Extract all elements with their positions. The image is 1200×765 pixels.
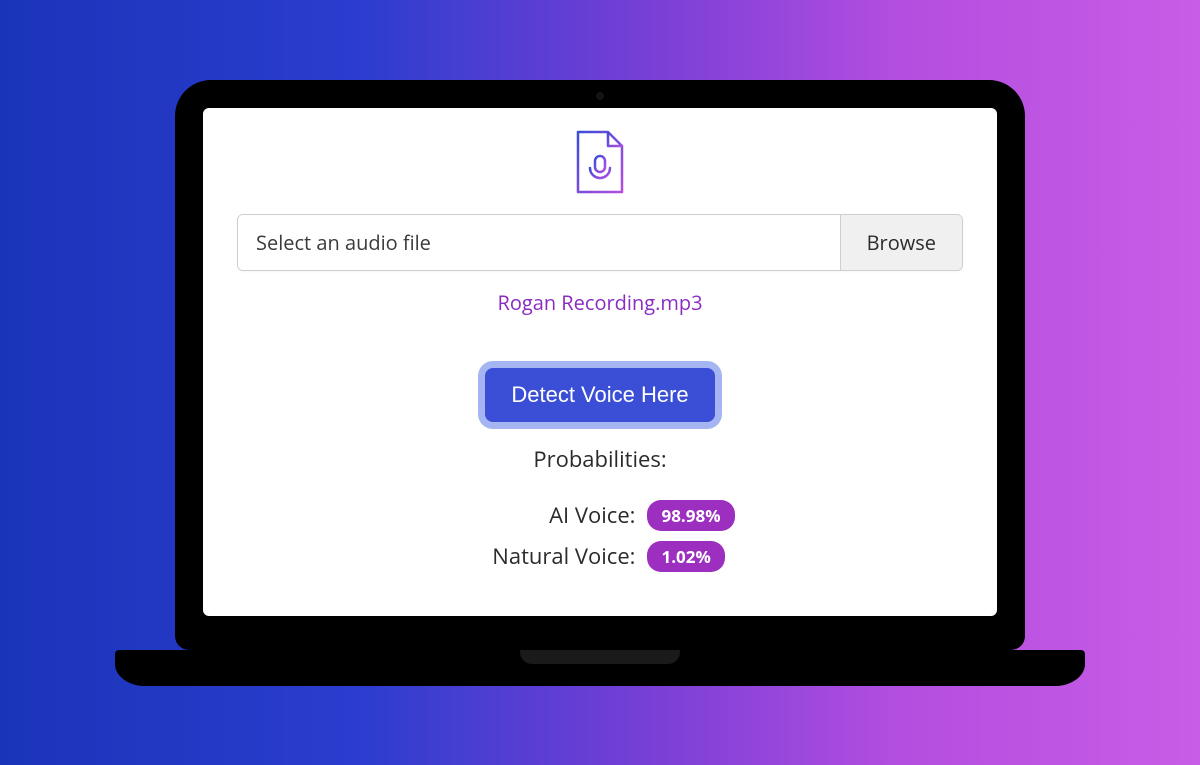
detect-voice-button[interactable]: Detect Voice Here xyxy=(485,368,714,422)
natural-voice-value-pill: 1.02% xyxy=(647,541,724,572)
laptop-camera-dot xyxy=(596,92,604,100)
audio-file-icon xyxy=(574,130,626,196)
laptop-screen-frame: Select an audio file Browse Rogan Record… xyxy=(175,80,1025,650)
results-block: AI Voice: 98.98% Natural Voice: 1.02% xyxy=(465,500,734,572)
ai-voice-label: AI Voice: xyxy=(465,500,635,530)
laptop-base xyxy=(115,650,1085,686)
result-row-natural: Natural Voice: 1.02% xyxy=(465,541,724,572)
laptop-trackpad-notch xyxy=(520,650,680,664)
result-row-ai: AI Voice: 98.98% xyxy=(465,500,734,531)
browse-button[interactable]: Browse xyxy=(840,215,962,270)
probabilities-heading: Probabilities: xyxy=(533,444,666,474)
natural-voice-label: Natural Voice: xyxy=(465,541,635,571)
selected-filename[interactable]: Rogan Recording.mp3 xyxy=(497,289,702,316)
file-picker: Select an audio file Browse xyxy=(237,214,963,271)
app-screen: Select an audio file Browse Rogan Record… xyxy=(203,108,997,616)
ai-voice-value-pill: 98.98% xyxy=(647,500,734,531)
file-input[interactable]: Select an audio file xyxy=(238,215,840,270)
laptop-mockup: Select an audio file Browse Rogan Record… xyxy=(175,80,1025,686)
